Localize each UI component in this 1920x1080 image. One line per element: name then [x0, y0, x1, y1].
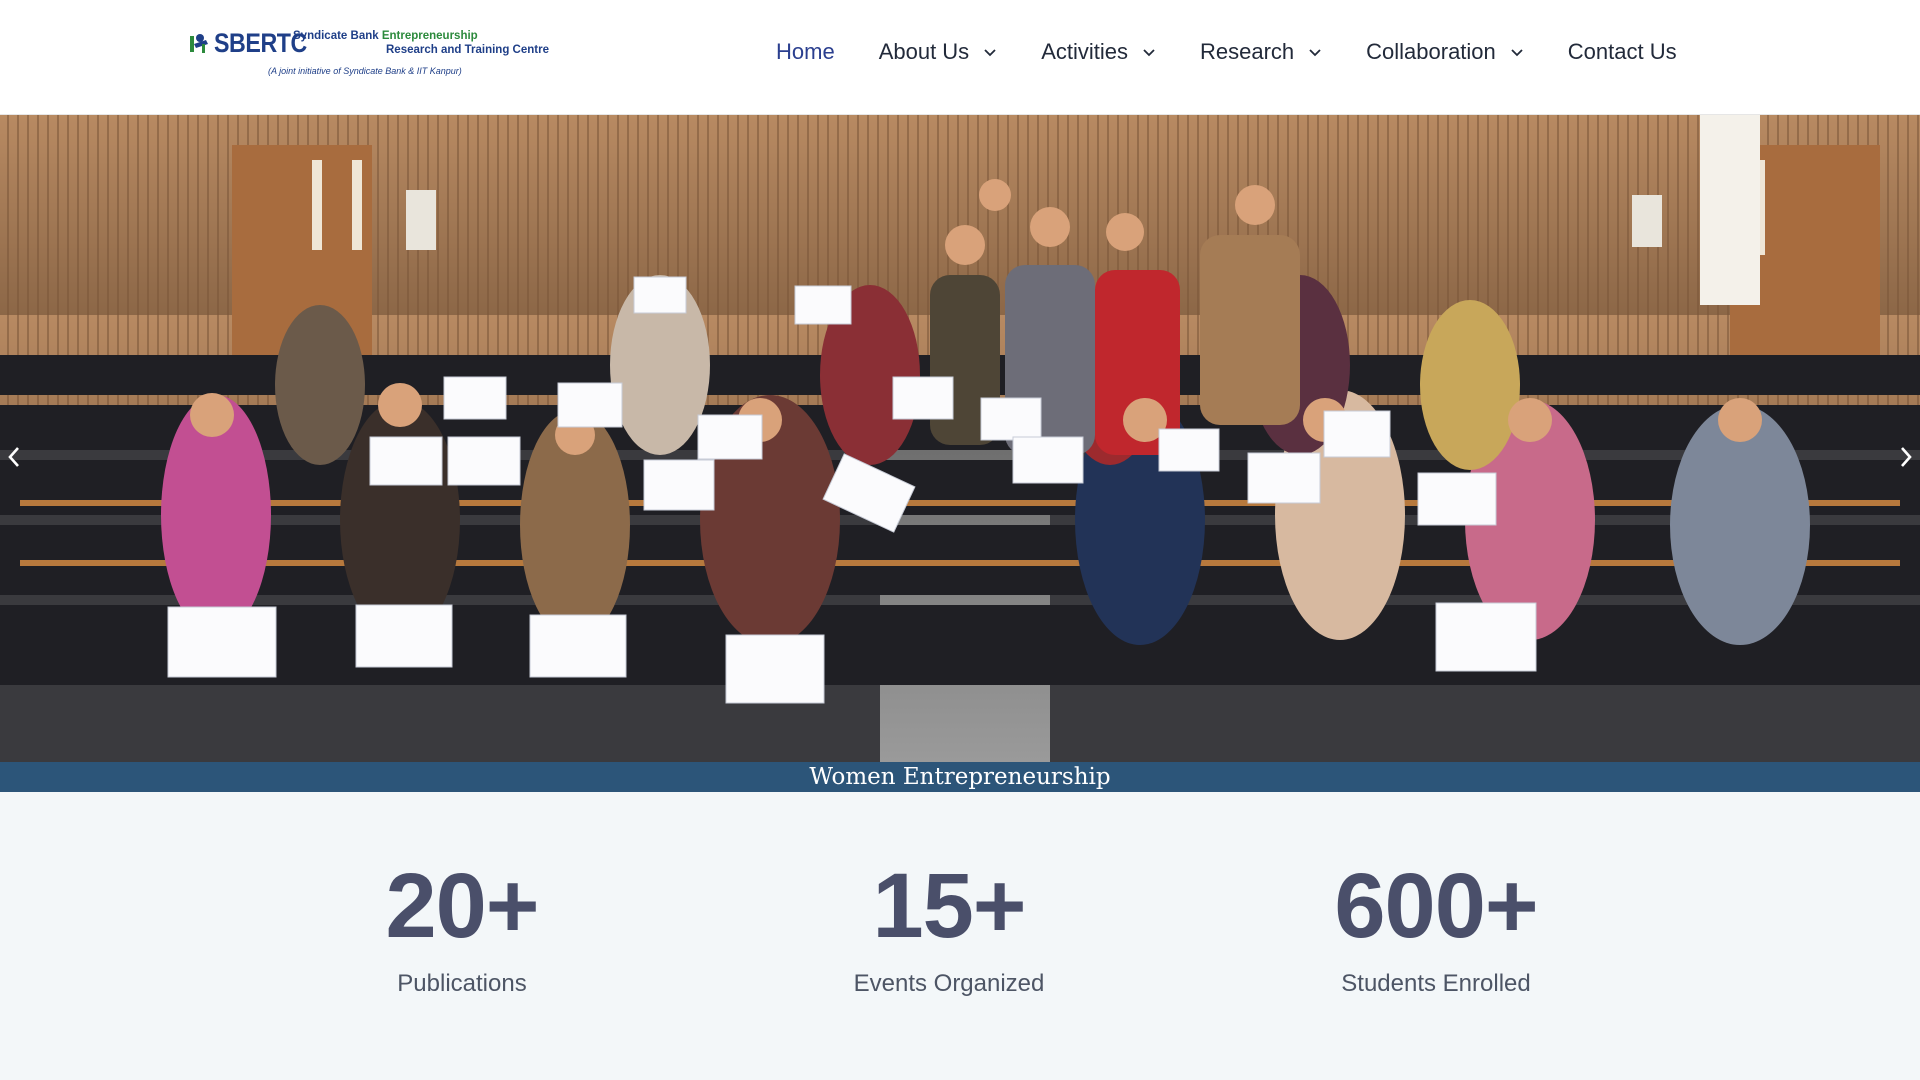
stats-section: 20+ Publications 15+ Events Organized 60… [0, 792, 1920, 1080]
nav-item-research[interactable]: Research [1200, 39, 1322, 65]
nav-item-label: Home [776, 39, 835, 64]
stat-label: Students Enrolled [1341, 970, 1531, 997]
nav-item-collaboration[interactable]: Collaboration [1366, 39, 1524, 65]
stat-label: Events Organized [853, 970, 1045, 997]
chevron-right-icon [1901, 447, 1912, 467]
stat-value: 20+ [385, 855, 539, 957]
stat-value: 15+ [872, 855, 1026, 957]
logo-subtitle: (A joint initiative of Syndicate Bank & … [268, 66, 462, 76]
logo-title-line2: Research and Training Centre [386, 44, 549, 56]
slider-prev-button[interactable] [0, 435, 28, 479]
slider-next-button[interactable] [1892, 435, 1920, 479]
stat-publications: 20+ Publications [262, 858, 662, 998]
nav-item-label: Collaboration [1366, 39, 1496, 64]
nav-item-label: Contact Us [1567, 39, 1677, 64]
hero-slider: Women Entrepreneurship [0, 115, 1920, 792]
nav-item-label: Research [1199, 39, 1295, 64]
main-navigation: Home About Us Activities Research Collab… [776, 36, 1677, 68]
site-header: SBERTC Syndicate Bank Entrepreneurship R… [0, 0, 1920, 115]
chevron-down-icon [1309, 49, 1321, 57]
nav-item-label: About Us [878, 39, 970, 64]
logo-title-line1: Syndicate Bank Entrepreneurship [293, 30, 478, 42]
nav-item-about-us[interactable]: About Us [879, 39, 998, 65]
logo-title-prefix: Syndicate Bank [293, 30, 382, 42]
nav-item-contact-us[interactable]: Contact Us [1568, 39, 1677, 65]
stat-label: Publications [397, 970, 527, 997]
site-logo[interactable]: SBERTC Syndicate Bank Entrepreneurship R… [188, 26, 549, 82]
nav-item-label: Activities [1041, 39, 1128, 64]
nav-item-activities[interactable]: Activities [1041, 39, 1156, 65]
chevron-left-icon [8, 447, 19, 467]
nav-item-home[interactable]: Home [776, 39, 835, 65]
hero-group-photo [0, 115, 1920, 762]
chevron-down-icon [984, 49, 996, 57]
slide-caption: Women Entrepreneurship [809, 764, 1111, 790]
logo-title-highlight: Entrepreneurship [381, 30, 478, 42]
stat-events: 15+ Events Organized [749, 858, 1149, 998]
stat-students: 600+ Students Enrolled [1236, 858, 1636, 998]
chevron-down-icon [1143, 49, 1155, 57]
chevron-down-icon [1511, 49, 1523, 57]
stat-value: 600+ [1334, 855, 1538, 957]
slide-caption-bar: Women Entrepreneurship [0, 762, 1920, 792]
